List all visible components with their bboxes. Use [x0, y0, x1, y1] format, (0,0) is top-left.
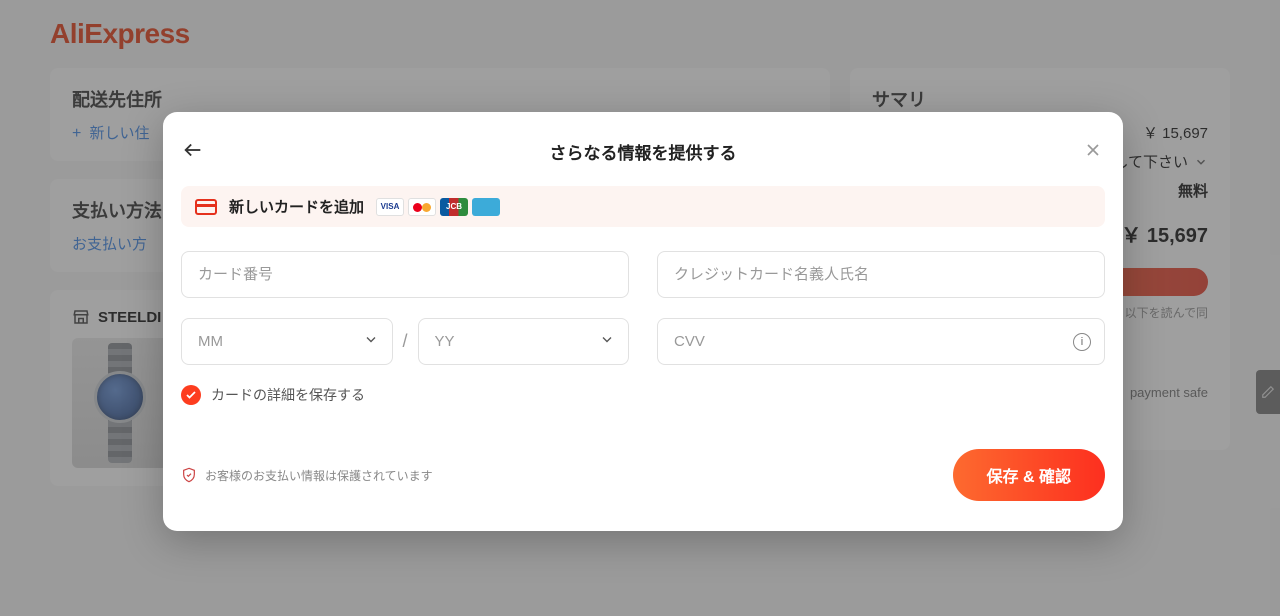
- close-button[interactable]: [1081, 138, 1105, 162]
- check-icon: [185, 389, 197, 401]
- modal-overlay: さらなる情報を提供する 新しいカードを追加 VISA JCB: [0, 0, 1280, 616]
- shield-icon: [181, 466, 197, 484]
- expiry-year-select[interactable]: [418, 318, 630, 365]
- cvv-info-icon[interactable]: i: [1073, 333, 1091, 351]
- save-card-checkbox[interactable]: [181, 385, 201, 405]
- new-card-label: 新しいカードを追加: [229, 196, 364, 217]
- visa-icon: VISA: [376, 198, 404, 216]
- cardholder-name-input[interactable]: [657, 251, 1105, 298]
- protected-text: お客様のお支払い情報は保護されています: [205, 467, 433, 484]
- amex-icon: [472, 198, 500, 216]
- arrow-left-icon: [182, 139, 204, 161]
- expiry-month-select[interactable]: [181, 318, 393, 365]
- jcb-icon: JCB: [440, 198, 468, 216]
- save-card-label: カードの詳細を保存する: [211, 385, 365, 405]
- add-card-modal: さらなる情報を提供する 新しいカードを追加 VISA JCB: [163, 112, 1123, 531]
- new-card-banner: 新しいカードを追加 VISA JCB: [181, 186, 1105, 227]
- modal-title: さらなる情報を提供する: [550, 139, 737, 164]
- back-button[interactable]: [181, 138, 205, 162]
- mastercard-icon: [408, 198, 436, 216]
- date-separator: /: [403, 331, 408, 352]
- card-number-input[interactable]: [181, 251, 629, 298]
- save-confirm-button[interactable]: 保存 & 確認: [953, 449, 1105, 501]
- cvv-input[interactable]: [657, 318, 1105, 365]
- close-icon: [1083, 140, 1103, 160]
- card-icon: [195, 199, 217, 215]
